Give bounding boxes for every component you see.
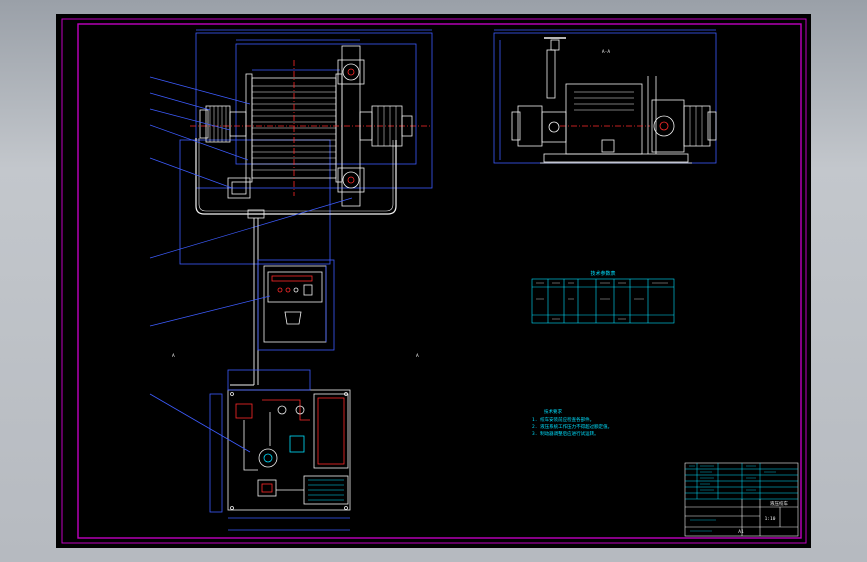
drawing-sheet: [56, 14, 811, 548]
note-line-2: 2. 液压系统工作压力不得超过额定值。: [532, 423, 612, 430]
notes-heading: 技术要求: [544, 408, 562, 415]
view-label-side: A-A: [602, 49, 610, 55]
title-scale: 1:10: [765, 516, 776, 522]
note-line-1: 1. 绞车安装前应检查各部件。: [532, 416, 594, 423]
view-label-a-right: A: [416, 353, 419, 359]
title-sheet-size: A1: [738, 529, 744, 535]
engineering-drawing: 技术参数表 技术要求 1. 绞车安装前应检查各部件。 2. 液压系统工作压力不得…: [56, 14, 811, 548]
cad-viewport[interactable]: 技术参数表 技术要求 1. 绞车安装前应检查各部件。 2. 液压系统工作压力不得…: [0, 0, 867, 562]
view-label-a-left: A: [172, 353, 175, 359]
title-drawing-name: 液压绞车: [770, 500, 788, 507]
note-line-3: 3. 制动器调整后应进行试运转。: [532, 430, 599, 437]
table-title: 技术参数表: [590, 270, 615, 277]
